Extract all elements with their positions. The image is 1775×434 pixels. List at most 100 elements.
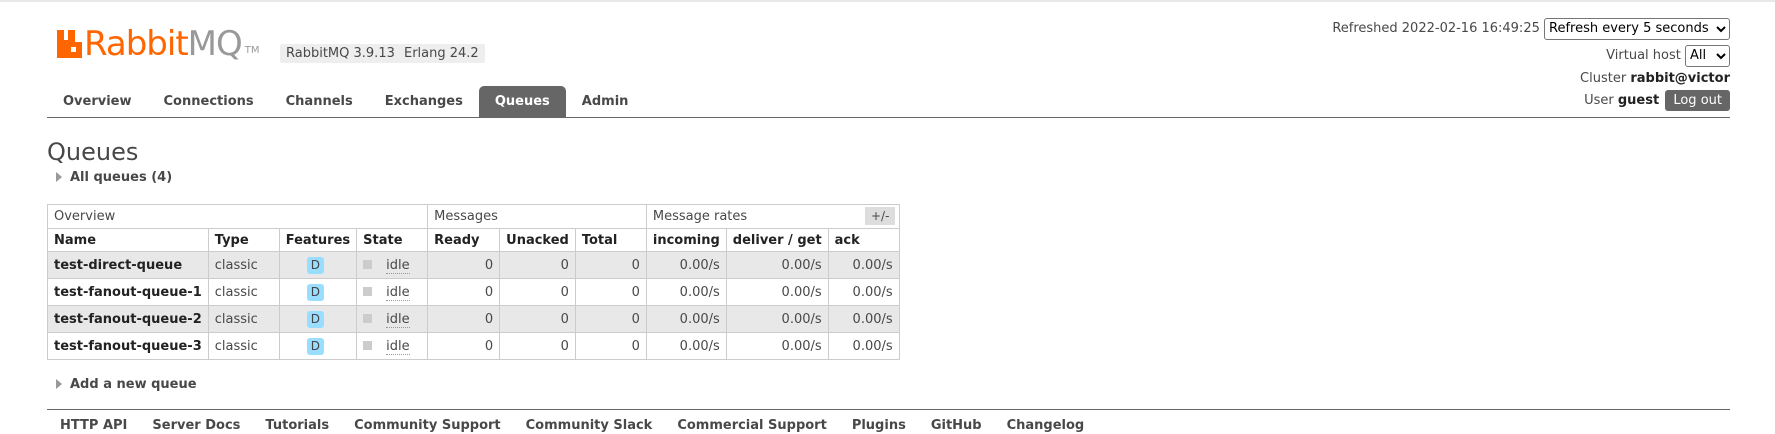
ready-count: 0	[427, 278, 501, 306]
col-incoming[interactable]: incoming	[645, 228, 727, 252]
durable-badge: D	[306, 283, 324, 301]
total-count: 0	[574, 305, 647, 333]
col-ready[interactable]: Ready	[427, 228, 501, 252]
rabbitmq-logo-icon	[57, 30, 82, 58]
add-queue-toggle[interactable]: Add a new queue	[56, 377, 197, 392]
vhost-row: Virtual host All	[1332, 44, 1730, 68]
user-row: User guest Log out	[1332, 90, 1730, 112]
virtual-host-label: Virtual host	[1606, 48, 1681, 63]
col-features[interactable]: Features	[278, 228, 358, 252]
queue-type: classic	[207, 305, 280, 333]
expand-triangle-icon	[56, 379, 62, 389]
cluster-row: Cluster rabbit@victor	[1332, 68, 1730, 90]
column-options-toggle[interactable]: +/-	[865, 207, 896, 225]
tab-connections[interactable]: Connections	[148, 86, 270, 118]
col-ack[interactable]: ack	[827, 228, 900, 252]
state-indicator-icon	[363, 259, 373, 269]
refresh-interval-select[interactable]: Refresh every 5 seconds	[1544, 17, 1730, 40]
total-count: 0	[574, 251, 647, 279]
rabbitmq-version-badge: RabbitMQ 3.9.13	[280, 44, 401, 63]
footer-links: HTTP API Server Docs Tutorials Community…	[60, 418, 1109, 433]
state-indicator-icon	[363, 286, 373, 296]
queue-name-link[interactable]: test-fanout-queue-3	[47, 332, 209, 360]
ack-rate: 0.00/s	[827, 251, 900, 279]
tab-channels[interactable]: Channels	[270, 86, 369, 118]
footer-link-server-docs[interactable]: Server Docs	[152, 418, 240, 433]
footer-link-community-support[interactable]: Community Support	[354, 418, 501, 433]
tab-overview[interactable]: Overview	[47, 86, 148, 118]
col-state[interactable]: State	[356, 228, 429, 252]
deliver-get-rate: 0.00/s	[725, 332, 829, 360]
add-queue-label: Add a new queue	[70, 377, 197, 392]
queue-features: D	[278, 251, 358, 279]
footer-divider	[47, 409, 1730, 410]
col-name[interactable]: Name	[47, 228, 209, 252]
table-row: test-fanout-queue-1 classic D idle 0 0 0…	[47, 278, 900, 306]
unacked-count: 0	[499, 332, 576, 360]
durable-badge: D	[306, 256, 324, 274]
ready-count: 0	[427, 305, 501, 333]
queue-features: D	[278, 305, 358, 333]
cluster-name: rabbit@victor	[1630, 71, 1730, 86]
incoming-rate: 0.00/s	[645, 332, 727, 360]
footer-link-changelog[interactable]: Changelog	[1007, 418, 1085, 433]
footer-link-commercial-support[interactable]: Commercial Support	[677, 418, 827, 433]
group-message-rates: Message rates	[645, 204, 900, 229]
table-row: test-fanout-queue-3 classic D idle 0 0 0…	[47, 332, 900, 360]
incoming-rate: 0.00/s	[645, 278, 727, 306]
refresh-row: Refreshed 2022-02-16 16:49:25 Refresh ev…	[1332, 17, 1730, 41]
footer-link-tutorials[interactable]: Tutorials	[265, 418, 329, 433]
queue-name-link[interactable]: test-direct-queue	[47, 251, 209, 279]
group-overview: Overview	[46, 204, 429, 229]
col-unacked[interactable]: Unacked	[499, 228, 576, 252]
incoming-rate: 0.00/s	[645, 251, 727, 279]
incoming-rate: 0.00/s	[645, 305, 727, 333]
queue-name-link[interactable]: test-fanout-queue-2	[47, 305, 209, 333]
footer-link-plugins[interactable]: Plugins	[852, 418, 906, 433]
queues-table: Overview Messages Message rates Name Typ…	[46, 204, 900, 360]
rabbitmq-logo[interactable]: RabbitMQ TM	[57, 25, 260, 63]
queue-state: idle	[356, 332, 429, 360]
queue-type: classic	[207, 251, 280, 279]
group-messages: Messages	[427, 204, 647, 229]
table-row: test-direct-queue classic D idle 0 0 0 0…	[47, 251, 900, 279]
tab-queues[interactable]: Queues	[478, 86, 566, 118]
logo-trademark: TM	[244, 45, 260, 56]
col-type[interactable]: Type	[207, 228, 280, 252]
top-border	[0, 0, 1775, 2]
col-total[interactable]: Total	[574, 228, 647, 252]
queue-state: idle	[356, 278, 429, 306]
deliver-get-rate: 0.00/s	[725, 251, 829, 279]
col-deliver-get[interactable]: deliver / get	[725, 228, 829, 252]
footer-link-github[interactable]: GitHub	[931, 418, 982, 433]
queue-state: idle	[356, 251, 429, 279]
queue-state: idle	[356, 305, 429, 333]
tab-admin[interactable]: Admin	[566, 86, 645, 118]
nav-divider	[47, 117, 1730, 118]
ack-rate: 0.00/s	[827, 305, 900, 333]
all-queues-toggle[interactable]: All queues (4)	[56, 170, 172, 185]
durable-badge: D	[306, 337, 324, 355]
queue-features: D	[278, 332, 358, 360]
column-header-row: Name Type Features State Ready Unacked T…	[47, 228, 900, 252]
footer-link-http-api[interactable]: HTTP API	[60, 418, 127, 433]
cluster-label: Cluster	[1580, 71, 1627, 86]
unacked-count: 0	[499, 278, 576, 306]
queue-features: D	[278, 278, 358, 306]
header-status-panel: Refreshed 2022-02-16 16:49:25 Refresh ev…	[1332, 17, 1730, 112]
page-title: Queues	[47, 138, 139, 166]
table-row: test-fanout-queue-2 classic D idle 0 0 0…	[47, 305, 900, 333]
total-count: 0	[574, 332, 647, 360]
footer-link-community-slack[interactable]: Community Slack	[526, 418, 653, 433]
tab-exchanges[interactable]: Exchanges	[369, 86, 479, 118]
unacked-count: 0	[499, 305, 576, 333]
ack-rate: 0.00/s	[827, 278, 900, 306]
state-indicator-icon	[363, 340, 373, 350]
expand-triangle-icon	[56, 172, 62, 182]
user-name: guest	[1617, 93, 1660, 108]
logout-button[interactable]: Log out	[1665, 90, 1730, 111]
user-label: User	[1584, 93, 1614, 108]
virtual-host-select[interactable]: All	[1685, 44, 1730, 67]
queue-name-link[interactable]: test-fanout-queue-1	[47, 278, 209, 306]
queue-type: classic	[207, 278, 280, 306]
